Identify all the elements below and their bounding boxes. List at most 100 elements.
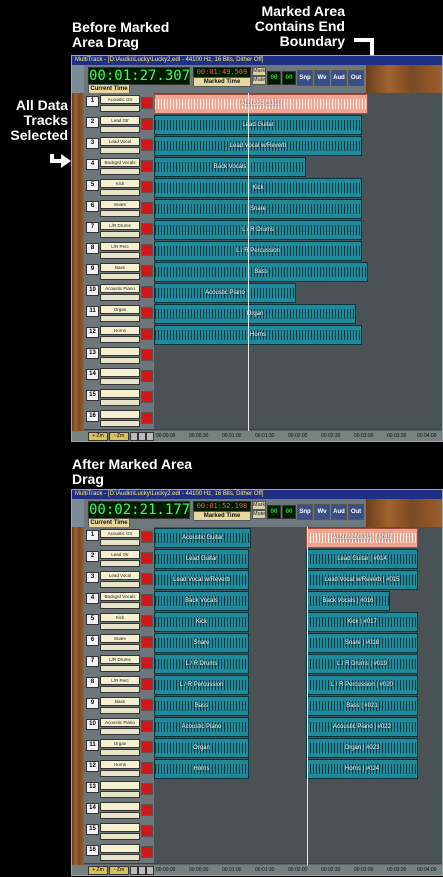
audio-clip[interactable]: Kick | #017 bbox=[306, 612, 418, 632]
track-number-button[interactable]: 5 bbox=[86, 614, 99, 625]
track-volume-slider[interactable] bbox=[100, 560, 140, 567]
track-lane[interactable]: Acoustic Piano Acoustic Piano | #022 bbox=[154, 716, 442, 738]
record-arm-button[interactable] bbox=[141, 307, 153, 319]
track-name-field[interactable]: Lead Vocal bbox=[100, 137, 140, 146]
track-volume-slider[interactable] bbox=[100, 273, 140, 280]
track-volume-slider[interactable] bbox=[100, 126, 140, 133]
track-number-button[interactable]: 11 bbox=[86, 740, 99, 751]
track-number-button[interactable]: 3 bbox=[86, 572, 99, 583]
track-volume-slider[interactable] bbox=[100, 665, 140, 672]
track-name-field[interactable]: L/R Perc bbox=[100, 242, 140, 251]
mode-button-mute[interactable]: Mute bbox=[252, 76, 266, 85]
current-time-display[interactable]: 00:01:27.307 bbox=[88, 67, 190, 85]
track-name-field[interactable] bbox=[100, 802, 140, 811]
audio-clip[interactable]: Organ | #023 bbox=[306, 738, 418, 758]
track-number-button[interactable]: 6 bbox=[86, 201, 99, 212]
track-number-button[interactable]: 9 bbox=[86, 264, 99, 275]
time-ruler[interactable]: + Zm - Zm 00:00:00 00:00:30 00:01:00 00:… bbox=[72, 431, 442, 441]
track-number-button[interactable]: 7 bbox=[86, 222, 99, 233]
track-number-button[interactable]: 9 bbox=[86, 698, 99, 709]
track-volume-slider[interactable] bbox=[100, 315, 140, 322]
track-number-button[interactable]: 13 bbox=[86, 348, 99, 359]
track-lane[interactable]: Lead Vocal w/Reverb bbox=[154, 135, 442, 157]
audio-clip[interactable]: Acoustic Piano bbox=[154, 283, 296, 303]
track-volume-slider[interactable] bbox=[100, 686, 140, 693]
track-lane[interactable] bbox=[154, 345, 442, 367]
track-number-button[interactable]: 8 bbox=[86, 677, 99, 688]
track-volume-slider[interactable] bbox=[100, 420, 140, 427]
track-lane[interactable]: Back Vocals Back Vocals | #016 bbox=[154, 590, 442, 612]
audio-clip[interactable]: L / R Drums | #019 bbox=[306, 654, 418, 674]
zoom-out-button[interactable]: - Zm bbox=[109, 866, 129, 875]
track-volume-slider[interactable] bbox=[100, 105, 140, 112]
audio-clip[interactable]: Lead Guitar | #014 bbox=[306, 549, 418, 569]
audio-clip[interactable]: Organ bbox=[154, 738, 249, 758]
track-name-field[interactable]: Bass bbox=[100, 697, 140, 706]
audio-clip[interactable]: Acoustic Guitar bbox=[154, 94, 368, 114]
audio-clip[interactable]: Acoustic Guitar bbox=[154, 528, 251, 548]
record-arm-button[interactable] bbox=[141, 118, 153, 130]
track-lane[interactable] bbox=[154, 821, 442, 843]
track-lane[interactable]: Snare bbox=[154, 198, 442, 220]
track-volume-slider[interactable] bbox=[100, 231, 140, 238]
record-arm-button[interactable] bbox=[141, 825, 153, 837]
track-volume-slider[interactable] bbox=[100, 707, 140, 714]
audio-clip[interactable]: Lead Vocal w/Reverb bbox=[154, 136, 362, 156]
track-number-button[interactable]: 1 bbox=[86, 530, 99, 541]
audio-clip[interactable]: Back Vocals bbox=[154, 591, 249, 611]
track-lane[interactable]: L / R Drums bbox=[154, 219, 442, 241]
audio-clip[interactable]: L / R Drums bbox=[154, 220, 362, 240]
level-display[interactable]: 00 bbox=[267, 71, 281, 85]
record-arm-button[interactable] bbox=[141, 244, 153, 256]
track-name-field[interactable]: Lead Vocal bbox=[100, 571, 140, 580]
track-number-button[interactable]: 7 bbox=[86, 656, 99, 667]
record-arm-button[interactable] bbox=[141, 552, 153, 564]
track-name-field[interactable]: Acoustic Gtr bbox=[100, 529, 140, 538]
track-number-button[interactable]: 11 bbox=[86, 306, 99, 317]
track-row[interactable]: 2 Lead Gtr Lead Guitar bbox=[72, 114, 442, 136]
track-row[interactable]: 13 bbox=[72, 779, 442, 801]
side-tool-strip[interactable] bbox=[72, 65, 84, 93]
track-name-field[interactable]: Organ bbox=[100, 305, 140, 314]
scroll-button[interactable] bbox=[138, 432, 146, 441]
zoom-out-button[interactable]: - Zm bbox=[109, 432, 129, 441]
record-arm-button[interactable] bbox=[141, 720, 153, 732]
track-volume-slider[interactable] bbox=[100, 833, 140, 840]
track-volume-slider[interactable] bbox=[100, 252, 140, 259]
record-arm-button[interactable] bbox=[141, 412, 153, 424]
track-name-field[interactable]: Horns bbox=[100, 760, 140, 769]
track-lane[interactable]: Lead Guitar bbox=[154, 114, 442, 136]
track-number-button[interactable]: 2 bbox=[86, 551, 99, 562]
track-lane[interactable] bbox=[154, 366, 442, 388]
track-name-field[interactable]: Horns bbox=[100, 326, 140, 335]
track-volume-slider[interactable] bbox=[100, 770, 140, 777]
track-row[interactable]: 12 Horns Horns Horns | #024 bbox=[72, 758, 442, 780]
output-button[interactable]: Out bbox=[348, 70, 364, 86]
track-lane[interactable]: Kick Kick | #017 bbox=[154, 611, 442, 633]
track-row[interactable]: 4 Backgrd Vocals Back Vocals Back Vocals | … bbox=[72, 590, 442, 612]
zoom-in-button[interactable]: + Zm bbox=[88, 866, 108, 875]
track-name-field[interactable]: Acoustic Gtr bbox=[100, 95, 140, 104]
audio-clip[interactable]: L / R Percussion | #020 bbox=[306, 675, 418, 695]
audio-clip[interactable]: Horns bbox=[154, 325, 362, 345]
track-name-field[interactable]: Snare bbox=[100, 200, 140, 209]
track-name-field[interactable] bbox=[100, 781, 140, 790]
track-row[interactable]: 4 Backgrd Vocals Back Vocals bbox=[72, 156, 442, 178]
scroll-button[interactable] bbox=[130, 866, 138, 875]
audio-button[interactable]: Aud bbox=[331, 504, 347, 520]
track-lane[interactable]: Acoustic Piano bbox=[154, 282, 442, 304]
track-number-button[interactable]: 12 bbox=[86, 327, 99, 338]
record-arm-button[interactable] bbox=[141, 615, 153, 627]
snap-button[interactable]: Snp bbox=[297, 70, 313, 86]
track-volume-slider[interactable] bbox=[100, 602, 140, 609]
record-arm-button[interactable] bbox=[141, 391, 153, 403]
track-name-field[interactable]: Backgrd Vocals bbox=[100, 158, 140, 167]
audio-clip[interactable]: Back Vocals | #016 bbox=[306, 591, 390, 611]
wave-button[interactable]: Wv bbox=[314, 70, 330, 86]
audio-clip[interactable]: Lead Guitar bbox=[154, 549, 249, 569]
track-volume-slider[interactable] bbox=[100, 189, 140, 196]
track-row[interactable]: 8 L/R Perc L / R Percussion bbox=[72, 240, 442, 262]
scroll-button[interactable] bbox=[130, 432, 138, 441]
record-arm-button[interactable] bbox=[141, 531, 153, 543]
audio-clip[interactable]: Horns bbox=[154, 759, 249, 779]
